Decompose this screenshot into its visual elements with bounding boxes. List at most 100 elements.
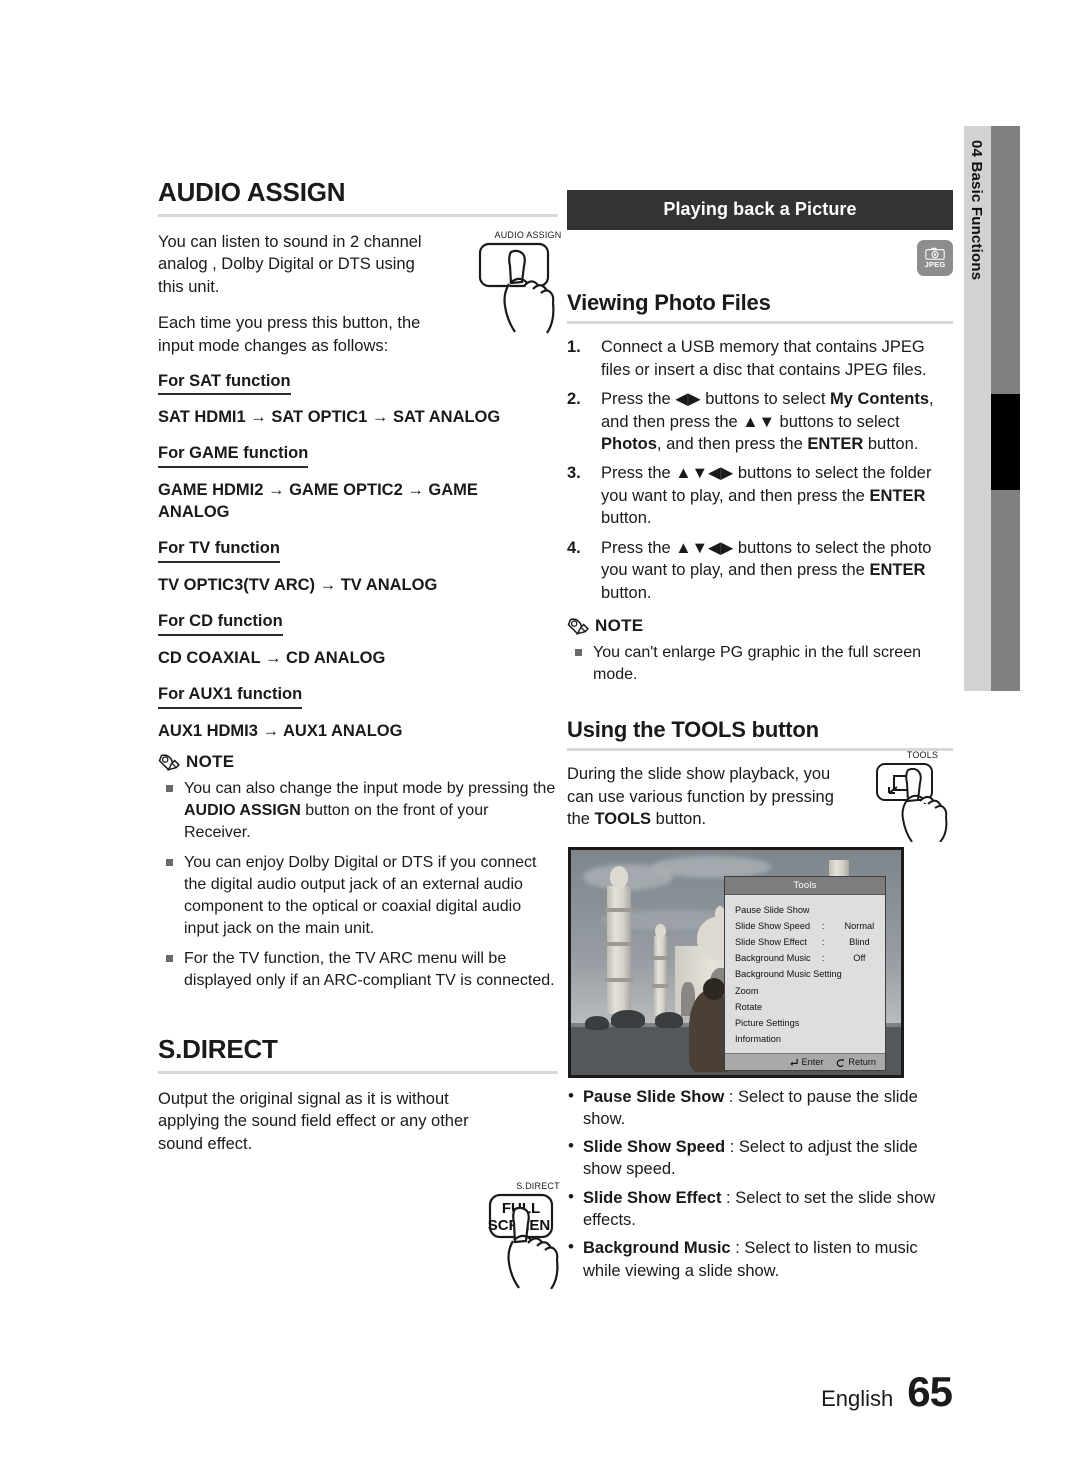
side-tab-text-holder: 04 Basic Functions [964, 126, 991, 691]
osd-item-label: Rotate [735, 1001, 763, 1012]
photo-minaret-dome [655, 923, 666, 938]
note-item: You can enjoy Dolby Digital or DTS if yo… [158, 852, 558, 939]
function-list: For SAT function SAT HDMI1 → SAT OPTIC1 … [158, 372, 558, 743]
osd-menu-item[interactable]: Pause Slide Show [725, 902, 885, 918]
steps-list: 1. Connect a USB memory that contains JP… [567, 336, 953, 604]
osd-footer-enter-label: Enter [801, 1057, 824, 1068]
tools-osd-panel[interactable]: Tools Pause Slide Show Slide Show Speed … [724, 875, 886, 1072]
tool-term: Pause Slide Show [583, 1087, 725, 1106]
photo-bush [585, 1015, 609, 1030]
note-header-left: NOTE [158, 752, 558, 772]
osd-item-value: Off [853, 953, 866, 964]
function-head-cd: For CD function [158, 612, 283, 637]
tool-description-item: Background Music : Select to listen to m… [567, 1236, 953, 1282]
heading-rule [158, 213, 558, 217]
media-badge-row: JPEG [567, 240, 953, 276]
jpeg-badge-label: JPEG [924, 260, 946, 270]
hand-pressing-button-icon [478, 242, 555, 334]
function-chain-tv: TV OPTIC3(TV ARC) → TV ANALOG [158, 576, 438, 595]
tool-term: Background Music [583, 1239, 731, 1258]
function-head-sat: For SAT function [158, 372, 291, 396]
step-number: 1. [567, 338, 581, 357]
function-item-cd: For CD function CD COAXIAL → CD ANALOG [158, 612, 558, 669]
osd-menu-list: Pause Slide Show Slide Show Speed : Norm… [725, 894, 885, 1054]
step-number: 4. [567, 538, 581, 557]
osd-item-label: Zoom [735, 985, 759, 996]
osd-footer-enter[interactable]: Enter [789, 1057, 823, 1067]
chapter-side-tab: 04 Basic Functions [964, 126, 1020, 691]
note-header-right: NOTE [567, 616, 953, 636]
function-chain-aux1: AUX1 HDMI3 → AUX1 ANALOG [158, 722, 403, 741]
function-chain-cd: CD COAXIAL → CD ANALOG [158, 649, 386, 668]
note-list-right: You can't enlarge PG graphic in the full… [567, 642, 953, 686]
osd-item-sep: : [821, 937, 825, 948]
function-item-game: For GAME function GAME HDMI2 → GAME OPTI… [158, 444, 558, 523]
note-item: You can also change the input mode by pr… [158, 778, 558, 843]
side-tab-label: 04 Basic Functions [968, 140, 985, 281]
enter-icon [790, 1058, 799, 1066]
photo-minaret [605, 885, 633, 1014]
step-text: Press the ◀▶ buttons to select My Conten… [601, 390, 934, 454]
photo-minaret [652, 935, 669, 1016]
note-label-left: NOTE [186, 752, 235, 772]
audio-assign-button-illustration: AUDIO ASSIGN [478, 230, 578, 339]
osd-item-sep: : [821, 920, 825, 931]
osd-menu-item[interactable]: Slide Show Speed : Normal [725, 918, 885, 934]
osd-item-value: Blind [849, 937, 870, 948]
audio-assign-button-caption: AUDIO ASSIGN [494, 230, 562, 240]
osd-item-label: Slide Show Effect [735, 937, 807, 948]
osd-title: Tools [725, 876, 885, 895]
function-head-aux1: For AUX1 function [158, 685, 303, 710]
audio-assign-paragraph-1: You can listen to sound in 2 channel ana… [158, 232, 422, 296]
osd-item-label: Slide Show Speed [735, 920, 811, 931]
page-title-audio-assign: AUDIO ASSIGN [158, 177, 346, 207]
photo-bush [655, 1011, 683, 1028]
osd-item-label: Pause Slide Show [735, 904, 810, 915]
osd-menu-item[interactable]: Zoom [725, 983, 885, 999]
osd-item-label: Picture Settings [735, 1018, 800, 1028]
osd-menu-item[interactable]: Slide Show Effect : Blind [725, 934, 885, 950]
osd-menu-item[interactable]: Background Music Setting [725, 966, 885, 982]
photo-figure-head [703, 977, 725, 1000]
jpeg-media-badge: JPEG [917, 240, 953, 276]
osd-item-label: Background Music [735, 953, 811, 964]
note-item: For the TV function, the TV ARC menu wil… [158, 948, 558, 992]
left-column: AUDIO ASSIGN AUDIO ASSIGN You can listen… [158, 177, 561, 1290]
osd-item-label: Background Music Setting [735, 969, 842, 980]
osd-item-value: Normal [844, 920, 875, 931]
function-head-tv: For TV function [158, 539, 280, 564]
step-text: Connect a USB memory that contains JPEG … [601, 338, 927, 379]
tv-screen-frame: Tools Pause Slide Show Slide Show Speed … [568, 846, 904, 1078]
tool-term: Slide Show Effect [583, 1188, 722, 1207]
heading-viewing-photo-files: Viewing Photo Files [567, 290, 771, 315]
function-chain-game: GAME HDMI2 → GAME OPTIC2 → GAME ANALOG [158, 481, 478, 522]
tools-paragraph: During the slide show playback, you can … [567, 764, 834, 829]
tool-term: Slide Show Speed [583, 1138, 726, 1157]
osd-item-label: Information [735, 1034, 781, 1045]
step-number: 3. [567, 464, 581, 483]
s-direct-paragraph: Output the original signal as it is with… [158, 1089, 469, 1153]
tools-button-caption: TOOLS [906, 750, 939, 760]
osd-menu-item[interactable]: Background Music : Off [725, 950, 885, 966]
photo-minaret-dome [610, 865, 628, 888]
function-head-game: For GAME function [158, 444, 309, 469]
tool-description-item: Slide Show Speed : Select to adjust the … [567, 1135, 953, 1181]
step-text: Press the ▲▼◀▶ buttons to select the pho… [601, 538, 932, 602]
heading-rule [567, 321, 953, 325]
tv-screen-figure: Tools Pause Slide Show Slide Show Speed … [568, 846, 904, 1078]
pencil-icon [158, 754, 180, 771]
footer-language: English [821, 1386, 894, 1411]
manual-page: 04 Basic Functions AUDIO ASSIGN AUDIO AS… [0, 0, 1080, 1479]
page-footer: English 65 [821, 1368, 953, 1416]
osd-menu-item[interactable]: Information [725, 1031, 885, 1047]
osd-menu-item[interactable]: Picture Settings [725, 1015, 885, 1031]
heading-rule [158, 1070, 558, 1074]
step-item: 1. Connect a USB memory that contains JP… [567, 336, 953, 381]
camera-icon [925, 248, 945, 261]
tools-button-illustration: TOOLS [875, 750, 970, 847]
heading-using-tools-button: Using the TOOLS button [567, 716, 819, 742]
osd-menu-item[interactable]: Rotate [725, 999, 885, 1015]
osd-footer: Enter Return [725, 1053, 885, 1071]
osd-footer-return[interactable]: Return [836, 1057, 876, 1067]
footer-page-number: 65 [907, 1368, 953, 1415]
